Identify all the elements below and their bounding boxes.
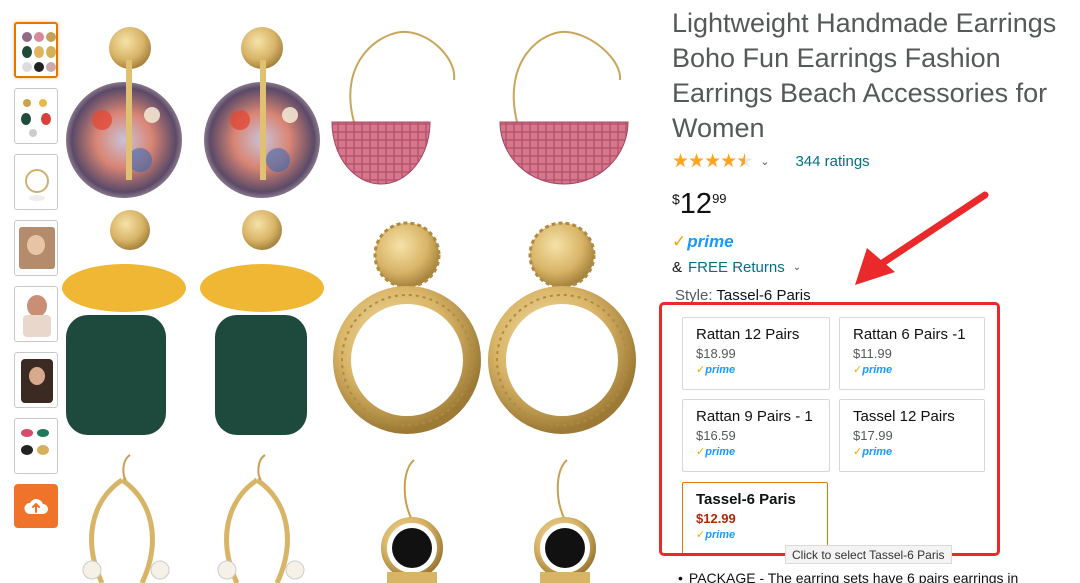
returns-prefix: & — [672, 258, 683, 276]
thumbnail-1[interactable] — [14, 22, 58, 78]
prime-label: prime — [687, 232, 734, 251]
thumbnail-3[interactable] — [14, 154, 58, 210]
price-fraction: 99 — [712, 191, 727, 206]
thumbnail-5[interactable] — [14, 286, 58, 342]
chevron-down-icon[interactable]: ⌄ — [760, 155, 769, 168]
star-icon: ★ — [672, 150, 689, 172]
star-rating[interactable]: ★★★★★ — [672, 150, 753, 173]
annotation-highlight-box — [659, 302, 1000, 556]
price-symbol: $ — [672, 191, 680, 207]
cloud-upload-icon — [24, 499, 48, 514]
thumbnail-7[interactable] — [14, 418, 58, 474]
star-icon: ★ — [688, 150, 705, 172]
chevron-down-icon[interactable]: ⌄ — [793, 262, 801, 273]
star-icon: ★ — [720, 150, 737, 172]
feature-bullet: PACKAGE - The earring sets have 6 pairs … — [678, 570, 1018, 583]
ratings-count-link[interactable]: 344 ratings — [795, 153, 869, 170]
product-title: Lightweight Handmade Earrings Boho Fun E… — [672, 8, 1057, 143]
thumbnail-2[interactable] — [14, 88, 58, 144]
thumbnail-4[interactable] — [14, 220, 58, 276]
prime-check-icon: ✓ — [672, 232, 687, 251]
cloud-upload-button[interactable] — [14, 484, 58, 528]
main-product-image[interactable] — [62, 0, 642, 583]
swatch-tooltip: Click to select Tassel-6 Paris — [785, 545, 952, 564]
rating-row: ★★★★★ ⌄ 344 ratings — [672, 150, 1072, 172]
red-arrow-annotation — [855, 191, 989, 285]
star-icon: ★ — [704, 150, 721, 172]
half-star-icon: ★ — [736, 151, 753, 172]
thumbnail-6[interactable] — [14, 352, 58, 408]
price-whole: 12 — [679, 188, 713, 220]
thumbnail-strip — [14, 22, 60, 528]
free-returns-link[interactable]: FREE Returns — [688, 259, 785, 276]
earrings-product-photo — [62, 27, 636, 583]
